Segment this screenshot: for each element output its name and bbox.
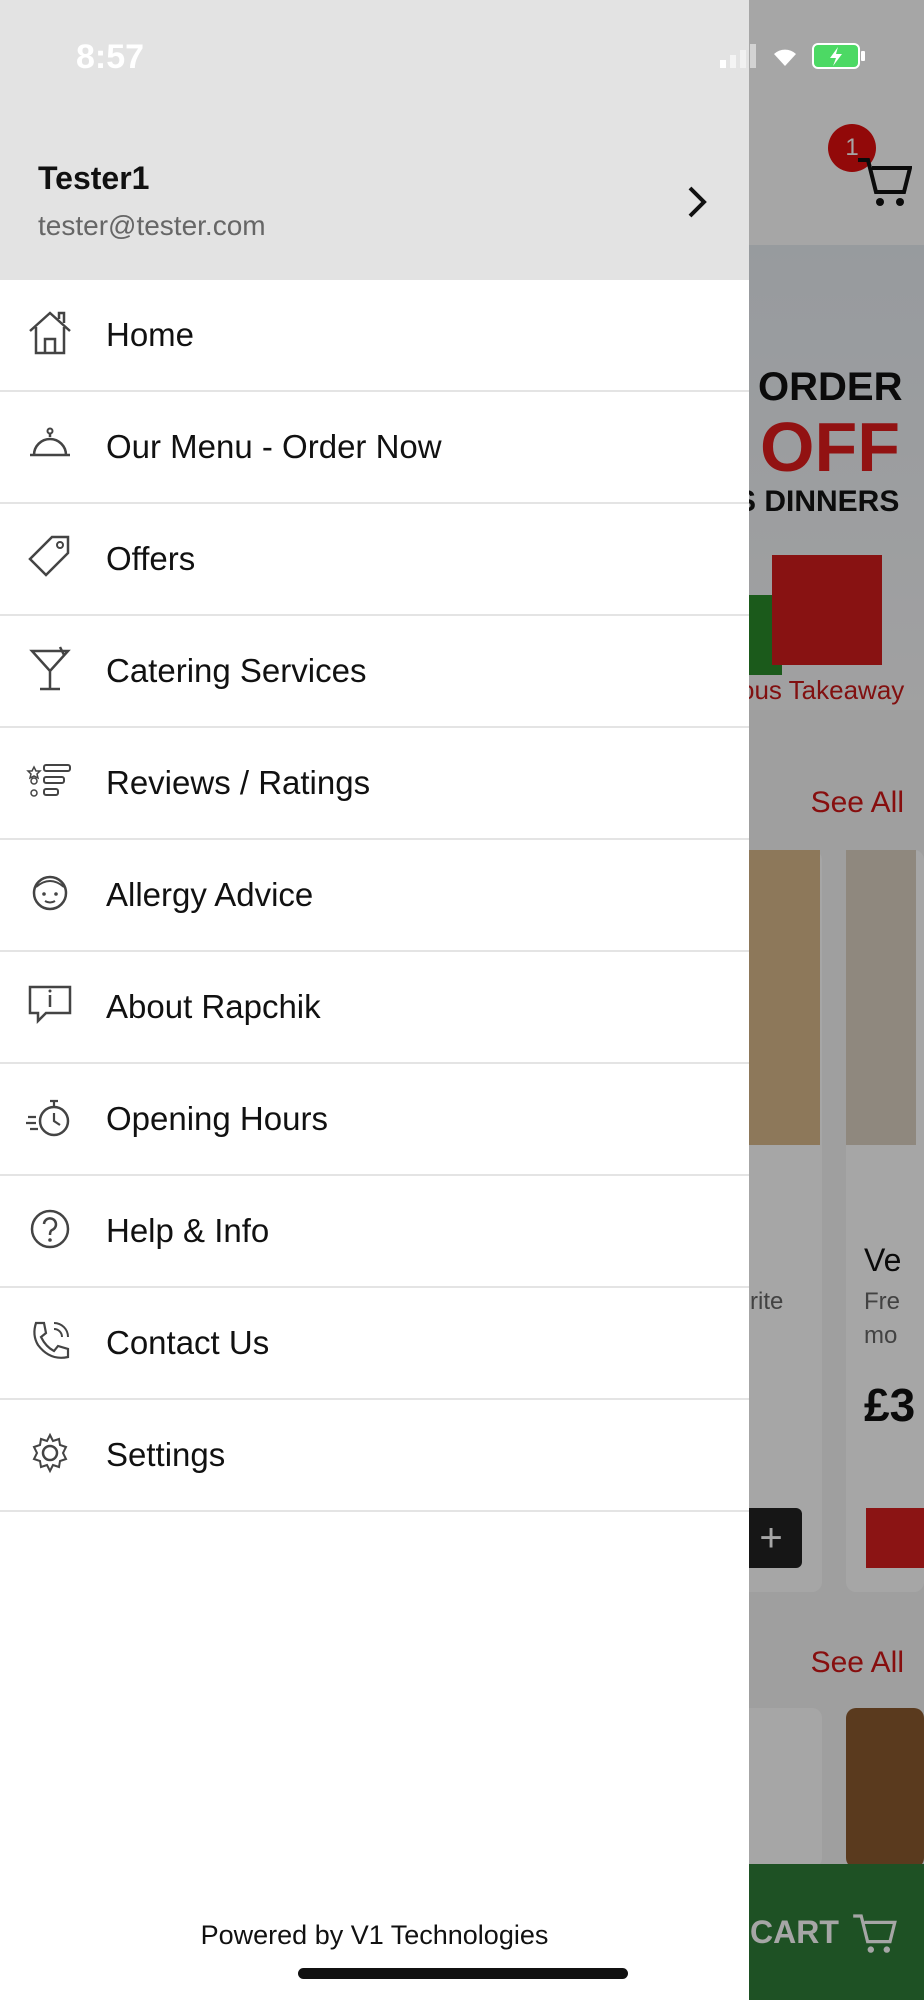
menu-label: Our Menu - Order Now xyxy=(106,428,442,465)
drawer-menu: Home Our Menu - Order Now Offers Caterin… xyxy=(0,280,749,1512)
menu-label: Home xyxy=(106,316,195,353)
battery-icon xyxy=(812,43,865,69)
menu-item-reviews[interactable]: Reviews / Ratings xyxy=(0,728,749,840)
info-bubble-icon xyxy=(28,985,72,1025)
menu-label: Help & Info xyxy=(106,1212,270,1249)
tag-icon xyxy=(28,535,70,577)
menu-item-opening-hours[interactable]: Opening Hours xyxy=(0,1064,749,1176)
cloche-icon xyxy=(30,427,70,457)
status-time: 8:57 xyxy=(76,38,145,76)
menu-item-help[interactable]: Help & Info xyxy=(0,1176,749,1288)
menu-item-offers[interactable]: Offers xyxy=(0,504,749,616)
menu-item-allergy[interactable]: Allergy Advice xyxy=(0,840,749,952)
menu-label: Reviews / Ratings xyxy=(106,764,371,801)
menu-item-contact[interactable]: Contact Us xyxy=(0,1288,749,1400)
menu-label: Allergy Advice xyxy=(106,876,314,913)
menu-item-home[interactable]: Home xyxy=(0,280,749,392)
help-icon xyxy=(30,1209,70,1249)
menu-label: Offers xyxy=(106,540,196,577)
menu-item-our-menu[interactable]: Our Menu - Order Now xyxy=(0,392,749,504)
profile-name: Tester1 xyxy=(38,160,150,196)
stopwatch-icon xyxy=(26,1099,70,1137)
menu-item-catering[interactable]: Catering Services xyxy=(0,616,749,728)
reviews-icon xyxy=(26,764,71,797)
menu-label: About Rapchik xyxy=(106,988,321,1025)
profile-email: tester@tester.com xyxy=(38,210,266,241)
face-icon xyxy=(32,875,68,911)
chevron-right-icon[interactable] xyxy=(680,182,716,222)
profile-header[interactable]: 8:57 Tester1 tester@tester.com xyxy=(0,0,865,280)
menu-label: Opening Hours xyxy=(106,1100,328,1137)
menu-item-about[interactable]: About Rapchik xyxy=(0,952,749,1064)
home-icon xyxy=(29,311,71,355)
powered-by-footer: Powered by V1 Technologies xyxy=(200,1920,549,1950)
menu-label: Catering Services xyxy=(106,652,367,689)
menu-label: Settings xyxy=(106,1436,226,1473)
wifi-icon xyxy=(774,49,796,66)
cocktail-icon xyxy=(29,646,71,691)
home-indicator xyxy=(298,1968,628,1979)
status-icons xyxy=(720,42,868,70)
navigation-drawer: 8:57 Tester1 tester@tester.com Home Our … xyxy=(0,0,865,2000)
gear-icon xyxy=(32,1432,68,1474)
signal-icon xyxy=(720,44,756,68)
menu-item-settings[interactable]: Settings xyxy=(0,1400,749,1512)
menu-label: Contact Us xyxy=(106,1324,270,1361)
phone-icon xyxy=(33,1321,70,1359)
